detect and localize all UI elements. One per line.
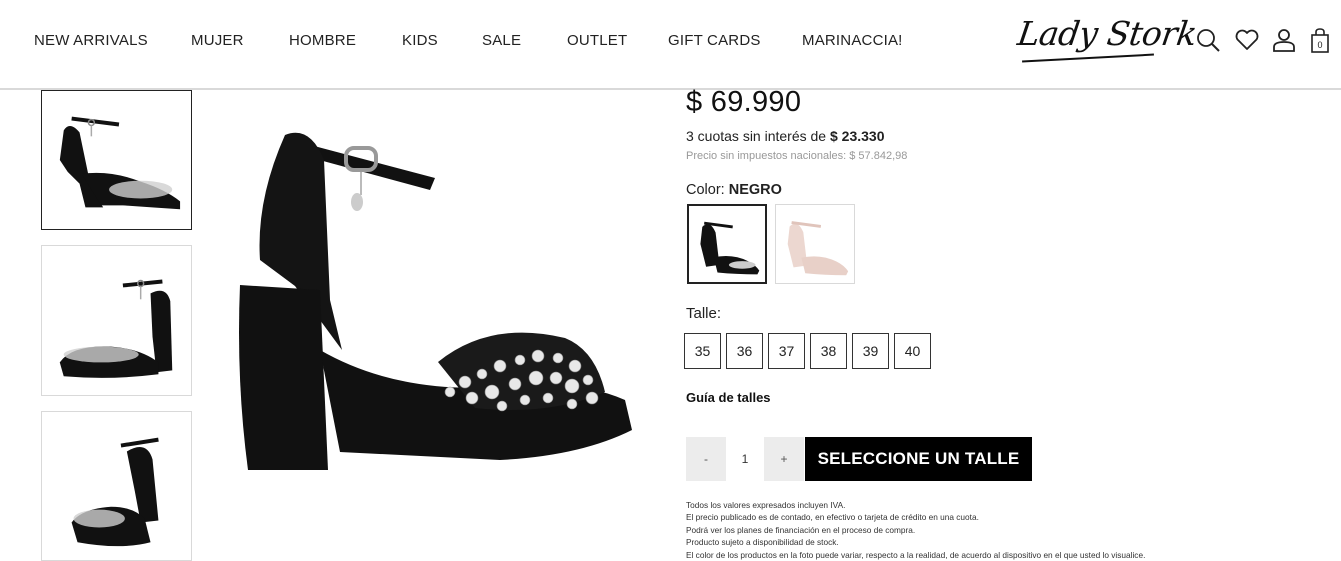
sandal-back-thumb — [71, 437, 159, 547]
nav-gift-cards[interactable]: GIFT CARDS — [668, 32, 761, 49]
thumbnail-3[interactable] — [41, 411, 192, 561]
disclaimer-line: El color de los productos en la foto pue… — [686, 549, 1146, 560]
size-guide-link[interactable]: Guía de talles — [686, 390, 771, 405]
size-option-38[interactable]: 38 — [810, 333, 847, 369]
color-label: Color: NEGRO — [686, 182, 782, 198]
nav-marinaccia[interactable]: MARINACCIA! — [802, 32, 903, 49]
nav-new-arrivals[interactable]: NEW ARRIVALS — [34, 32, 148, 49]
nav-outlet[interactable]: OUTLET — [567, 32, 627, 49]
brand-logo[interactable]: Lady Stork — [1015, 14, 1199, 53]
nude-sandal-swatch-image — [787, 221, 849, 276]
site-header: NEW ARRIVALS MUJER HOMBRE KIDS SALE OUTL… — [0, 0, 1341, 90]
installments-text: 3 cuotas sin interés de $ 23.330 — [686, 128, 884, 144]
installments-amount: $ 23.330 — [829, 128, 885, 144]
color-swatch-nude[interactable] — [775, 204, 855, 284]
tax-note: Precio sin impuestos nacionales: $ 57.84… — [686, 150, 908, 162]
quantity-input[interactable] — [726, 437, 764, 481]
logo-underline — [1022, 53, 1154, 63]
size-option-36[interactable]: 36 — [726, 333, 763, 369]
size-option-40[interactable]: 40 — [894, 333, 931, 369]
size-option-39[interactable]: 39 — [852, 333, 889, 369]
thumbnail-1[interactable] — [41, 90, 192, 230]
disclaimer-line: El precio publicado es de contado, en ef… — [686, 512, 979, 523]
heart-icon[interactable] — [1233, 26, 1261, 54]
disclaimer-line: Podrá ver los planes de financiación en … — [686, 524, 916, 535]
shopping-bag-icon[interactable]: 0 — [1306, 26, 1334, 54]
disclaimer-line: Todos los valores expresados incluyen IV… — [686, 500, 846, 510]
color-value: NEGRO — [728, 182, 782, 198]
user-icon[interactable] — [1270, 26, 1298, 54]
disclaimer-line: Producto sujeto a disponibilidad de stoc… — [686, 537, 839, 548]
installments-prefix: 3 cuotas sin interés de — [686, 128, 830, 144]
thumbnail-2[interactable] — [41, 245, 192, 396]
size-option-35[interactable]: 35 — [684, 333, 721, 369]
color-swatch-negro[interactable] — [687, 204, 767, 284]
search-icon[interactable] — [1194, 26, 1222, 54]
black-sandal-swatch-image — [700, 221, 760, 275]
nav-kids[interactable]: KIDS — [402, 32, 438, 49]
disclaimer-text: Todos los valores expresados incluyen IV… — [686, 499, 1306, 561]
cart-count: 0 — [1317, 40, 1322, 50]
nav-mujer[interactable]: MUJER — [191, 32, 244, 49]
sandal-side-thumb — [59, 116, 181, 210]
size-option-37[interactable]: 37 — [768, 333, 805, 369]
quantity-increment-button[interactable]: + — [764, 437, 804, 481]
size-label: Talle: — [686, 305, 722, 322]
product-price: $ 69.990 — [686, 86, 802, 118]
quantity-decrement-button[interactable]: - — [686, 437, 726, 481]
nav-hombre[interactable]: HOMBRE — [289, 32, 356, 49]
nav-sale[interactable]: SALE — [482, 32, 521, 49]
select-size-button[interactable]: SELECCIONE UN TALLE — [805, 437, 1032, 481]
main-product-image — [220, 100, 660, 500]
color-prefix: Color: — [686, 182, 729, 198]
sandal-front-thumb — [59, 279, 173, 378]
